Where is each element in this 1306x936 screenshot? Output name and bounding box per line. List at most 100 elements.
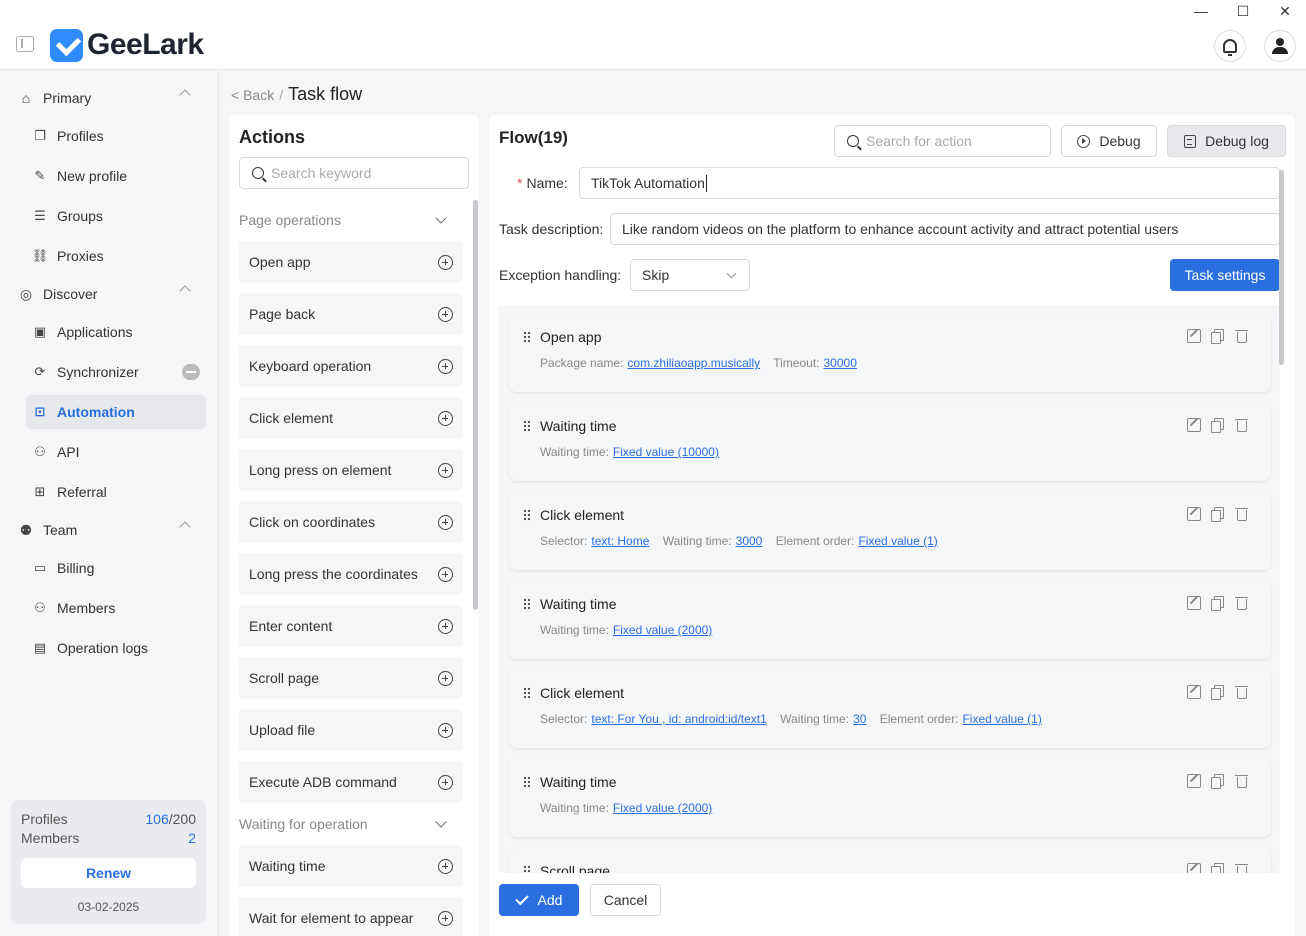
flow-step[interactable]: Click element Selector: text: Home Waitin… [509,492,1271,570]
sidebar-item-referral[interactable]: ⊞ Referral [26,475,206,509]
add-circle-icon[interactable] [438,306,453,322]
group-page-operations[interactable]: Page operations [239,205,451,235]
param-value-link[interactable]: 30 [853,712,866,726]
sidebar-item-groups[interactable]: ☰ Groups [26,199,206,233]
add-circle-icon[interactable] [438,774,453,790]
sidebar-item-profiles[interactable]: ❐ Profiles [26,119,206,153]
flow-step[interactable]: Waiting time Waiting time: Fixed value (2… [509,759,1271,837]
add-button[interactable]: Add [499,884,579,916]
flow-step[interactable]: Open app Package name: com.zhiliaoapp.mus… [509,314,1271,392]
account-button[interactable] [1264,30,1296,62]
add-circle-icon[interactable] [438,514,453,530]
param-value-link[interactable]: Fixed value (1) [962,712,1041,726]
edit-icon[interactable] [1187,774,1201,788]
drag-handle-icon[interactable] [523,420,531,432]
group-waiting-operation[interactable]: Waiting for operation [239,809,451,839]
copy-icon[interactable] [1211,774,1225,789]
flow-search[interactable] [834,125,1051,157]
param-value-link[interactable]: com.zhiliaoapp.musically [627,356,760,370]
notifications-button[interactable] [1214,30,1246,62]
task-description-field[interactable]: Like random videos on the platform to en… [610,213,1280,245]
add-circle-icon[interactable] [438,670,453,686]
sidebar-item-billing[interactable]: ▭ Billing [26,551,206,585]
drag-handle-icon[interactable] [523,687,531,699]
flow-search-input[interactable] [866,133,1050,149]
delete-icon[interactable] [1235,329,1249,343]
drag-handle-icon[interactable] [523,865,531,873]
sidebar-section-discover[interactable]: ◎ Discover [0,276,219,312]
actions-search-input[interactable] [271,165,468,181]
add-circle-icon[interactable] [438,910,453,926]
debug-log-button[interactable]: Debug log [1167,125,1286,157]
copy-icon[interactable] [1211,685,1225,700]
delete-icon[interactable] [1235,418,1249,432]
maximize-button[interactable]: ☐ [1222,0,1264,22]
action-enter-content[interactable]: Enter content [239,605,463,647]
add-circle-icon[interactable] [438,618,453,634]
copy-icon[interactable] [1211,418,1225,433]
param-value-link[interactable]: Fixed value (2000) [613,623,712,637]
copy-icon[interactable] [1211,507,1225,522]
add-circle-icon[interactable] [438,358,453,374]
debug-button[interactable]: Debug [1061,125,1157,157]
edit-icon[interactable] [1187,596,1201,610]
delete-icon[interactable] [1235,685,1249,699]
action-execute-adb[interactable]: Execute ADB command [239,761,463,803]
edit-icon[interactable] [1187,685,1201,699]
param-value-link[interactable]: Fixed value (2000) [613,801,712,815]
sidebar-item-applications[interactable]: ▣ Applications [26,315,206,349]
sidebar-item-proxies[interactable]: ⛓ Proxies [26,239,206,273]
action-open-app[interactable]: Open app [239,241,463,283]
sidebar-item-automation[interactable]: ⊡ Automation [26,395,206,429]
action-long-press-element[interactable]: Long press on element [239,449,463,491]
flow-step[interactable]: Waiting time Waiting time: Fixed value (1… [509,403,1271,481]
sidebar-item-new-profile[interactable]: ✎ New profile [26,159,206,193]
minimize-button[interactable]: — [1180,0,1222,22]
edit-icon[interactable] [1187,418,1201,432]
action-wait-for-element[interactable]: Wait for element to appear [239,897,463,936]
edit-icon[interactable] [1187,507,1201,521]
delete-icon[interactable] [1235,863,1249,873]
param-value-link[interactable]: Fixed value (1) [858,534,937,548]
param-value-link[interactable]: text: For You , id: android:id/text1 [591,712,766,726]
drag-handle-icon[interactable] [523,331,531,343]
delete-icon[interactable] [1235,507,1249,521]
sidebar-item-synchronizer[interactable]: ⟳ Synchronizer [26,355,206,389]
edit-icon[interactable] [1187,329,1201,343]
add-circle-icon[interactable] [438,566,453,582]
copy-icon[interactable] [1211,329,1225,344]
drag-handle-icon[interactable] [523,776,531,788]
sidebar-section-primary[interactable]: ⌂ Primary [0,80,219,116]
action-waiting-time[interactable]: Waiting time [239,845,463,887]
flow-step[interactable]: Click element Selector: text: For You , i… [509,670,1271,748]
action-click-coordinates[interactable]: Click on coordinates [239,501,463,543]
copy-icon[interactable] [1211,596,1225,611]
sidebar-item-members[interactable]: ⚇ Members [26,591,206,625]
sidebar-section-team[interactable]: ⚉ Team [0,512,219,548]
copy-icon[interactable] [1211,863,1225,873]
add-circle-icon[interactable] [438,858,453,874]
add-circle-icon[interactable] [438,254,453,270]
delete-icon[interactable] [1235,774,1249,788]
cancel-button[interactable]: Cancel [590,884,661,916]
flow-step[interactable]: Waiting time Waiting time: Fixed value (2… [509,581,1271,659]
add-circle-icon[interactable] [438,410,453,426]
delete-icon[interactable] [1235,596,1249,610]
param-value-link[interactable]: Fixed value (10000) [613,445,719,459]
actions-scrollbar[interactable] [473,200,478,610]
action-keyboard-operation[interactable]: Keyboard operation [239,345,463,387]
actions-search[interactable] [239,157,469,189]
action-scroll-page[interactable]: Scroll page [239,657,463,699]
flow-scrollbar[interactable] [1279,170,1284,365]
action-page-back[interactable]: Page back [239,293,463,335]
action-upload-file[interactable]: Upload file [239,709,463,751]
task-settings-button[interactable]: Task settings [1170,259,1280,291]
sidebar-item-api[interactable]: ⚇ API [26,435,206,469]
sidebar-toggle-icon[interactable] [16,36,34,52]
param-value-link[interactable]: 3000 [736,534,763,548]
renew-button[interactable]: Renew [21,858,196,888]
name-field[interactable]: TikTok Automation [579,167,1280,199]
action-long-press-coordinates[interactable]: Long press the coordinates [239,553,463,595]
param-value-link[interactable]: 30000 [824,356,857,370]
flow-step[interactable]: Scroll page [509,848,1271,873]
